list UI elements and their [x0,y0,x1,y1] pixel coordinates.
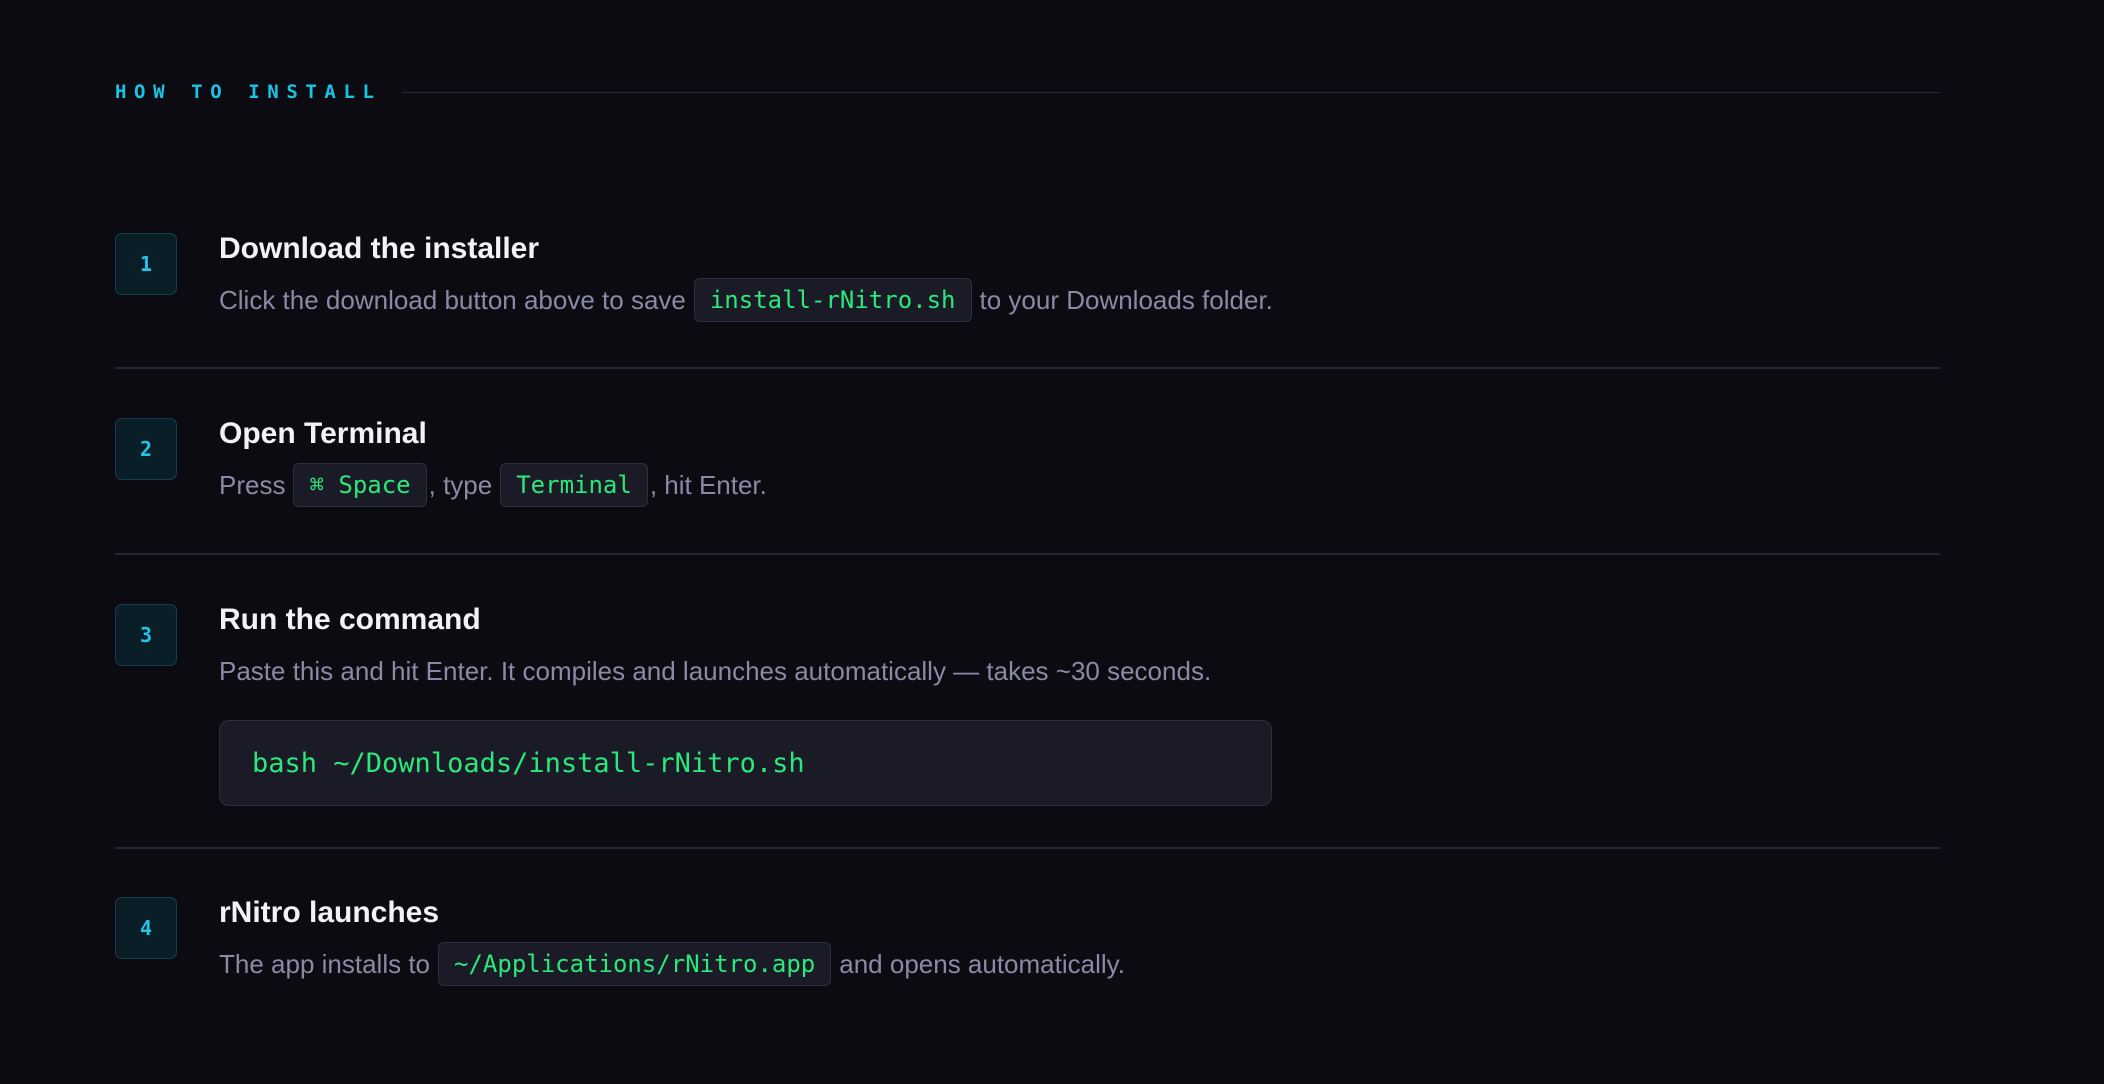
step-desc-text: Click the download button above to save [219,285,686,315]
app-name-code-chip: Terminal [500,463,648,507]
shortcut-code-chip: ⌘ Space [293,463,427,507]
step-number-badge: 3 [115,604,177,666]
step-description: Press ⌘ Space , type Terminal , hit Ente… [219,463,767,507]
step-desc-text: , hit Enter. [649,470,767,500]
step-desc-text: Press [219,470,286,500]
step-divider [115,847,1940,849]
step-title: rNitro launches [219,896,440,929]
step-desc-text: , type [428,470,493,500]
step-number-badge: 1 [115,233,177,295]
step-desc-text: The app installs to [219,949,431,979]
section-title: HOW TO INSTALL [115,81,382,103]
section-header: HOW TO INSTALL [115,78,1940,106]
step-title: Download the installer [219,232,540,265]
step-body: Download the installer Click the downloa… [219,231,1273,322]
command-text[interactable]: bash ~/Downloads/install-rNitro.sh [252,748,805,779]
step-description: Paste this and hit Enter. It compiles an… [219,649,1272,693]
filename-code-chip: install-rNitro.sh [693,278,972,322]
step-body: rNitro launches The app installs to ~/Ap… [219,895,1125,986]
step-number-badge: 2 [115,418,177,480]
section-header-rule [401,91,1940,93]
step-body: Run the command Paste this and hit Enter… [219,602,1272,806]
step-divider [115,367,1940,369]
command-code-block[interactable]: bash ~/Downloads/install-rNitro.sh [219,720,1272,806]
step-desc-text: and opens automatically. [839,949,1125,979]
step-description: The app installs to ~/Applications/rNitr… [219,942,1125,986]
step-title: Open Terminal [219,417,427,450]
step-divider [115,553,1940,555]
step-desc-text: Paste this and hit Enter. It compiles an… [219,656,1212,686]
step-number-badge: 4 [115,897,177,959]
step-body: Open Terminal Press ⌘ Space , type Termi… [219,416,767,507]
step-title: Run the command [219,603,481,636]
step-desc-text: to your Downloads folder. [979,285,1273,315]
install-path-code-chip: ~/Applications/rNitro.app [438,942,832,986]
step-description: Click the download button above to save … [219,278,1273,322]
